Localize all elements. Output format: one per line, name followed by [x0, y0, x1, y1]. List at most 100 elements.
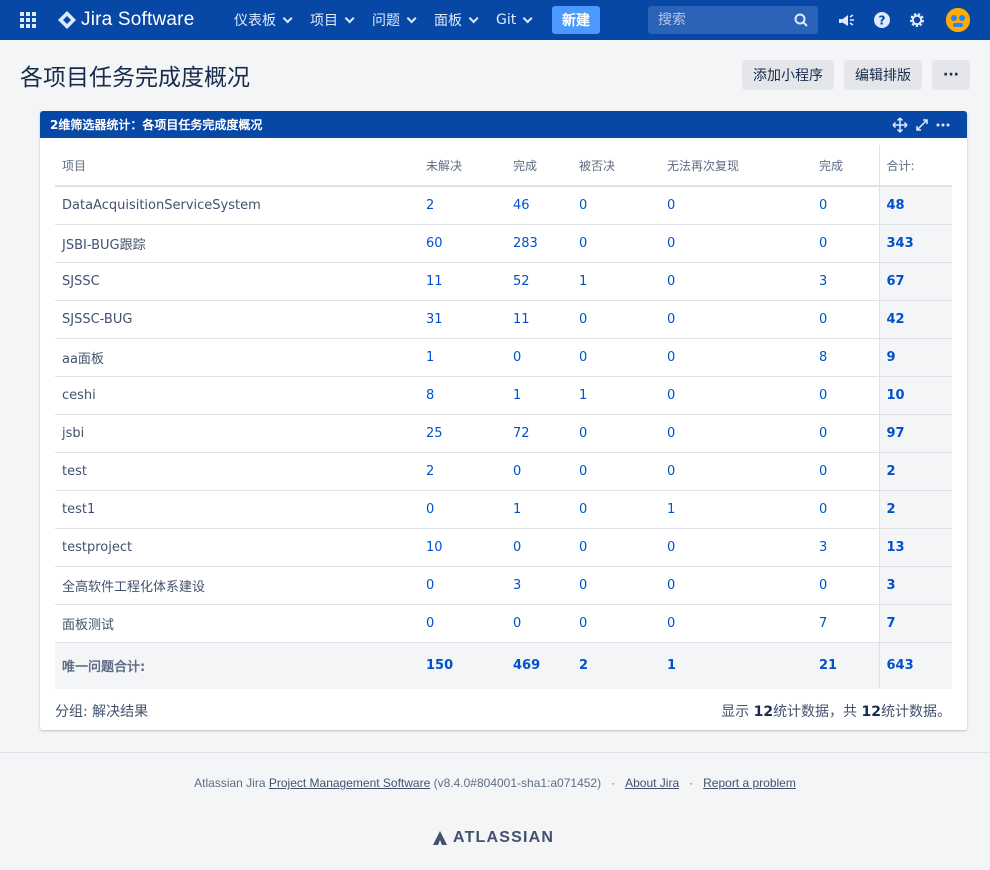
- settings-gear-icon[interactable]: [907, 10, 927, 30]
- count-link[interactable]: 0: [513, 540, 521, 555]
- jira-logo[interactable]: Jira Software: [57, 9, 194, 31]
- app-switcher-icon[interactable]: [20, 12, 36, 28]
- total-link[interactable]: 7: [887, 616, 896, 631]
- search-input[interactable]: [658, 12, 788, 28]
- gadget-more-icon[interactable]: [935, 117, 951, 133]
- more-actions-button[interactable]: ···: [932, 60, 970, 90]
- count-link[interactable]: 0: [667, 350, 675, 365]
- count-link[interactable]: 7: [819, 616, 827, 631]
- count-link[interactable]: 0: [667, 312, 675, 327]
- create-button[interactable]: 新建: [552, 6, 600, 34]
- count-link[interactable]: 8: [426, 388, 434, 403]
- count-link[interactable]: 46: [513, 198, 530, 213]
- count-link[interactable]: 0: [579, 198, 587, 213]
- count-link[interactable]: 31: [426, 312, 443, 327]
- count-link[interactable]: 11: [513, 312, 530, 327]
- count-link[interactable]: 0: [579, 616, 587, 631]
- count-link[interactable]: 283: [513, 236, 538, 251]
- count-link[interactable]: 11: [426, 274, 443, 289]
- move-icon[interactable]: [892, 117, 908, 133]
- count-link[interactable]: 1: [426, 350, 434, 365]
- count-link[interactable]: 0: [579, 350, 587, 365]
- count-link[interactable]: 52: [513, 274, 530, 289]
- atlassian-logo[interactable]: ATLASSIAN: [432, 829, 554, 847]
- summary-link[interactable]: 1: [667, 658, 676, 673]
- count-link[interactable]: 0: [819, 502, 827, 517]
- report-problem-link[interactable]: Report a problem: [703, 776, 796, 790]
- summary-link[interactable]: 150: [426, 658, 453, 673]
- summary-link[interactable]: 21: [819, 658, 837, 673]
- summary-link[interactable]: 2: [579, 658, 588, 673]
- count-link[interactable]: 0: [579, 426, 587, 441]
- count-link[interactable]: 0: [667, 540, 675, 555]
- nav-menu-git[interactable]: Git: [496, 0, 533, 40]
- count-link[interactable]: 0: [579, 578, 587, 593]
- total-link[interactable]: 3: [887, 578, 896, 593]
- count-link[interactable]: 0: [667, 236, 675, 251]
- count-link[interactable]: 0: [667, 616, 675, 631]
- count-link[interactable]: 1: [667, 502, 675, 517]
- count-link[interactable]: 2: [426, 464, 434, 479]
- notifications-icon[interactable]: [836, 10, 856, 30]
- count-link[interactable]: 1: [513, 502, 521, 517]
- nav-menu-issues[interactable]: 问题: [372, 0, 417, 40]
- total-link[interactable]: 42: [887, 312, 905, 327]
- help-icon[interactable]: ?: [872, 10, 892, 30]
- count-link[interactable]: 0: [513, 464, 521, 479]
- count-link[interactable]: 10: [426, 540, 443, 555]
- count-link[interactable]: 0: [667, 198, 675, 213]
- add-gadget-button[interactable]: 添加小程序: [742, 60, 834, 90]
- nav-menu-dashboards[interactable]: 仪表板: [234, 0, 293, 40]
- total-link[interactable]: 2: [887, 502, 896, 517]
- count-link[interactable]: 0: [819, 464, 827, 479]
- count-link[interactable]: 0: [819, 312, 827, 327]
- count-link[interactable]: 3: [819, 274, 827, 289]
- count-link[interactable]: 0: [579, 464, 587, 479]
- total-link[interactable]: 10: [887, 388, 905, 403]
- count-link[interactable]: 0: [579, 540, 587, 555]
- count-link[interactable]: 0: [426, 578, 434, 593]
- count-link[interactable]: 0: [819, 578, 827, 593]
- total-link[interactable]: 9: [887, 350, 896, 365]
- total-link[interactable]: 343: [887, 236, 914, 251]
- total-link[interactable]: 48: [887, 198, 905, 213]
- count-link[interactable]: 0: [667, 464, 675, 479]
- nav-menu-projects[interactable]: 项目: [310, 0, 355, 40]
- count-link[interactable]: 1: [513, 388, 521, 403]
- total-link[interactable]: 2: [887, 464, 896, 479]
- search-icon[interactable]: [794, 13, 808, 27]
- count-link[interactable]: 8: [819, 350, 827, 365]
- count-link[interactable]: 25: [426, 426, 443, 441]
- count-link[interactable]: 2: [426, 198, 434, 213]
- count-link[interactable]: 0: [819, 198, 827, 213]
- total-link[interactable]: 97: [887, 426, 905, 441]
- count-link[interactable]: 0: [667, 578, 675, 593]
- count-link[interactable]: 1: [579, 274, 587, 289]
- total-link[interactable]: 67: [887, 274, 905, 289]
- edit-layout-button[interactable]: 编辑排版: [844, 60, 922, 90]
- user-avatar[interactable]: [946, 8, 970, 32]
- count-link[interactable]: 0: [819, 236, 827, 251]
- about-jira-link[interactable]: About Jira: [625, 776, 679, 790]
- count-link[interactable]: 1: [579, 388, 587, 403]
- count-link[interactable]: 0: [513, 616, 521, 631]
- count-link[interactable]: 60: [426, 236, 443, 251]
- summary-link[interactable]: 469: [513, 658, 540, 673]
- count-link[interactable]: 0: [579, 502, 587, 517]
- nav-menu-boards[interactable]: 面板: [434, 0, 479, 40]
- count-link[interactable]: 0: [513, 350, 521, 365]
- maximize-icon[interactable]: [914, 117, 930, 133]
- count-link[interactable]: 0: [579, 236, 587, 251]
- summary-total-link[interactable]: 643: [887, 658, 914, 673]
- pms-link[interactable]: Project Management Software: [269, 776, 430, 790]
- count-link[interactable]: 3: [819, 540, 827, 555]
- count-link[interactable]: 0: [426, 616, 434, 631]
- count-link[interactable]: 0: [819, 426, 827, 441]
- count-link[interactable]: 72: [513, 426, 530, 441]
- count-link[interactable]: 0: [667, 388, 675, 403]
- count-link[interactable]: 0: [819, 388, 827, 403]
- total-link[interactable]: 13: [887, 540, 905, 555]
- count-link[interactable]: 3: [513, 578, 521, 593]
- count-link[interactable]: 0: [667, 426, 675, 441]
- count-link[interactable]: 0: [579, 312, 587, 327]
